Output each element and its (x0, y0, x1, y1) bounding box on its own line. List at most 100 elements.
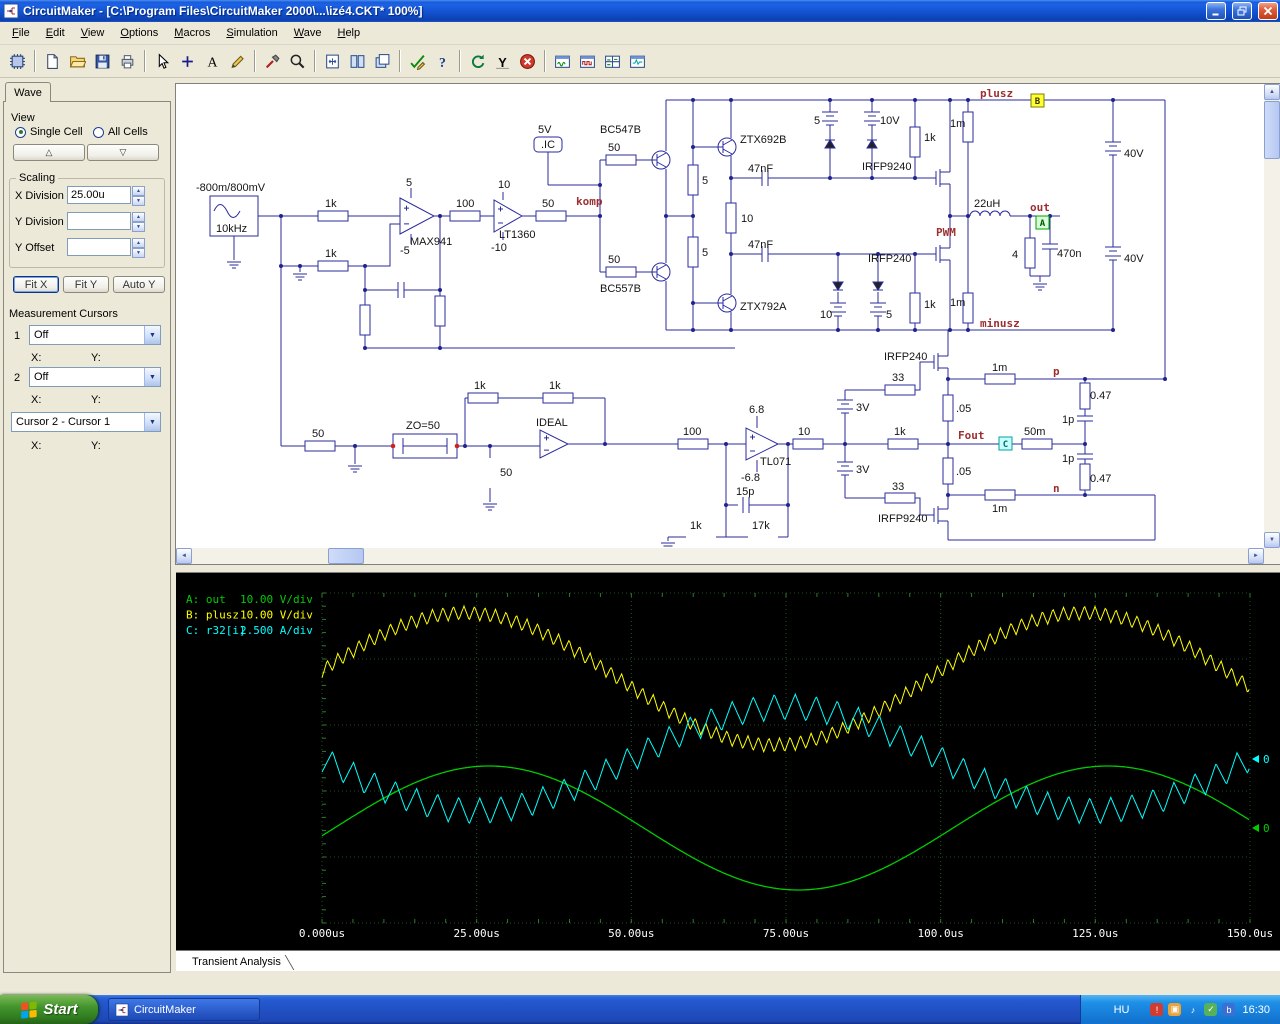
display-utility-tray-icon[interactable]: ▣ (1168, 1003, 1182, 1016)
part-browser-button[interactable] (5, 49, 30, 74)
menu-view[interactable]: View (73, 24, 113, 42)
scroll-up-button[interactable]: ▲ (1264, 84, 1280, 100)
menu-options[interactable]: Options (112, 24, 166, 42)
dropdown-arrow-icon[interactable]: ▼ (144, 368, 160, 386)
restore-button[interactable] (1232, 2, 1252, 20)
tile-windows-button[interactable] (345, 49, 370, 74)
component-label: 40V (1124, 148, 1144, 160)
tab-wave[interactable]: Wave (5, 82, 51, 102)
zoom-tool-icon (290, 54, 305, 68)
schematic-vertical-scrollbar[interactable]: ▲ ▼ (1264, 84, 1280, 548)
fit-x-button[interactable]: Fit X (13, 276, 59, 293)
y-division-spinner[interactable]: ▲ ▼ (132, 212, 145, 232)
taskbar-task-circuitmaker[interactable]: CircuitMaker (108, 998, 260, 1021)
fit-y-button[interactable]: Fit Y (63, 276, 109, 293)
x-tick-label: 150.0us (1227, 927, 1273, 940)
menu-help[interactable]: Help (329, 24, 368, 42)
spin-up-icon[interactable]: ▲ (132, 238, 145, 248)
y-offset-spinner[interactable]: ▲ ▼ (132, 238, 145, 258)
component-label: .05 (956, 466, 971, 478)
y-axis-setup-button[interactable]: Y (490, 49, 515, 74)
windows-logo-icon (21, 1001, 38, 1019)
scope-window-1-button[interactable] (550, 49, 575, 74)
legend-name-b[interactable]: B: plusz (186, 609, 239, 622)
tab-wave-label: Wave (14, 87, 42, 99)
plot-grid (321, 592, 1251, 924)
menu-file[interactable]: File (4, 24, 38, 42)
open-file-button[interactable] (65, 49, 90, 74)
arrow-tool-button[interactable] (150, 49, 175, 74)
net-label: plusz (980, 87, 1013, 100)
menu-edit[interactable]: Edit (38, 24, 73, 42)
quick-edit-button[interactable] (405, 49, 430, 74)
x-division-spinner[interactable]: ▲ ▼ (132, 186, 145, 206)
scroll-left-button[interactable]: ◄ (176, 548, 192, 564)
component-label: 1m (950, 118, 965, 130)
legend-name-c[interactable]: C: r32[i] (186, 624, 246, 637)
vertical-scroll-thumb[interactable] (1264, 101, 1280, 159)
radio-single-cell[interactable]: Single Cell (15, 126, 83, 138)
schematic-canvas[interactable]: -800m/800mV 10kHz 1k 1k 5 -5MAX941 100 10 -10LT1… (176, 84, 1264, 548)
messenger-tray-icon[interactable]: b (1222, 1003, 1236, 1016)
tab-transient-analysis[interactable]: Transient Analysis (176, 954, 289, 968)
scheduler-tray-icon[interactable]: ✓ (1204, 1003, 1218, 1016)
minimize-button[interactable] (1206, 2, 1226, 20)
spin-up-icon[interactable]: ▲ (132, 212, 145, 222)
scroll-right-button[interactable]: ► (1248, 548, 1264, 564)
x-division-input[interactable] (67, 186, 131, 204)
cursor2-select[interactable]: Off ▼ (29, 367, 161, 387)
zoom-tool-button[interactable] (285, 49, 310, 74)
triangle-up-icon: △ (45, 147, 53, 157)
probe-tool-button[interactable] (260, 49, 285, 74)
y-division-input[interactable] (67, 212, 131, 230)
scroll-down-button[interactable]: ▼ (1264, 532, 1280, 548)
spin-down-icon[interactable]: ▼ (132, 196, 145, 206)
menu-simulation[interactable]: Simulation (218, 24, 285, 42)
schematic-viewport[interactable]: -800m/800mV 10kHz 1k 1k 5 -5 MAX941 100 10 -10 LT1… (176, 84, 1264, 548)
scope-window-4-button[interactable] (625, 49, 650, 74)
menu-wave[interactable]: Wave (286, 24, 330, 42)
text-tool-button[interactable]: A (200, 49, 225, 74)
reset-simulation-button[interactable] (465, 49, 490, 74)
antivirus-tray-icon[interactable]: ! (1150, 1003, 1164, 1016)
save-file-button[interactable] (90, 49, 115, 74)
horizontal-scroll-thumb[interactable] (328, 548, 364, 564)
fit-page-button[interactable] (320, 49, 345, 74)
spin-up-icon[interactable]: ▲ (132, 186, 145, 196)
edit-tool-button[interactable] (225, 49, 250, 74)
close-button[interactable] (1258, 2, 1278, 20)
wire-tool-button[interactable] (175, 49, 200, 74)
scope-window-3-button[interactable] (600, 49, 625, 74)
waveform-plot[interactable]: A: out 10.00 V/divB: plusz 10.00 V/div C: r… (176, 573, 1280, 951)
scope-window-2-button[interactable] (575, 49, 600, 74)
cell-down-button[interactable]: ▽ (87, 144, 159, 161)
schematic-horizontal-scrollbar[interactable]: ◄ ► (176, 548, 1264, 564)
waveform-panel[interactable]: A: out 10.00 V/div B: plusz 10.00 V/div C: r… (176, 572, 1280, 950)
print-button[interactable] (115, 49, 140, 74)
spin-down-icon[interactable]: ▼ (132, 248, 145, 258)
waveform-tab-bar: Transient Analysis (176, 950, 1280, 971)
component-label: 1m (992, 362, 1007, 374)
volume-tray-icon[interactable]: ♪ (1186, 1003, 1199, 1016)
menu-macros[interactable]: Macros (166, 24, 218, 42)
y-offset-input[interactable] (67, 238, 131, 256)
legend-name-a[interactable]: A: out (186, 593, 226, 606)
dropdown-arrow-icon[interactable]: ▼ (144, 326, 160, 344)
help-button[interactable]: ? (430, 49, 455, 74)
cursor-difference-select[interactable]: Cursor 2 - Cursor 1 ▼ (11, 412, 161, 432)
auto-y-button[interactable]: Auto Y (113, 276, 165, 293)
stop-simulation-button[interactable] (515, 49, 540, 74)
dropdown-arrow-icon[interactable]: ▼ (144, 413, 160, 431)
cursor1-select[interactable]: Off ▼ (29, 325, 161, 345)
open-file-icon (69, 55, 86, 67)
language-indicator[interactable]: HU (1114, 1004, 1130, 1016)
cell-up-button[interactable]: △ (13, 144, 85, 161)
new-file-button[interactable] (40, 49, 65, 74)
component-label: 3V (856, 464, 870, 476)
spin-down-icon[interactable]: ▼ (132, 222, 145, 232)
print-icon (121, 54, 134, 68)
component-label: 50 (312, 428, 324, 440)
cascade-windows-button[interactable] (370, 49, 395, 74)
radio-all-cells[interactable]: All Cells (93, 126, 148, 138)
start-button[interactable]: Start (0, 995, 98, 1024)
